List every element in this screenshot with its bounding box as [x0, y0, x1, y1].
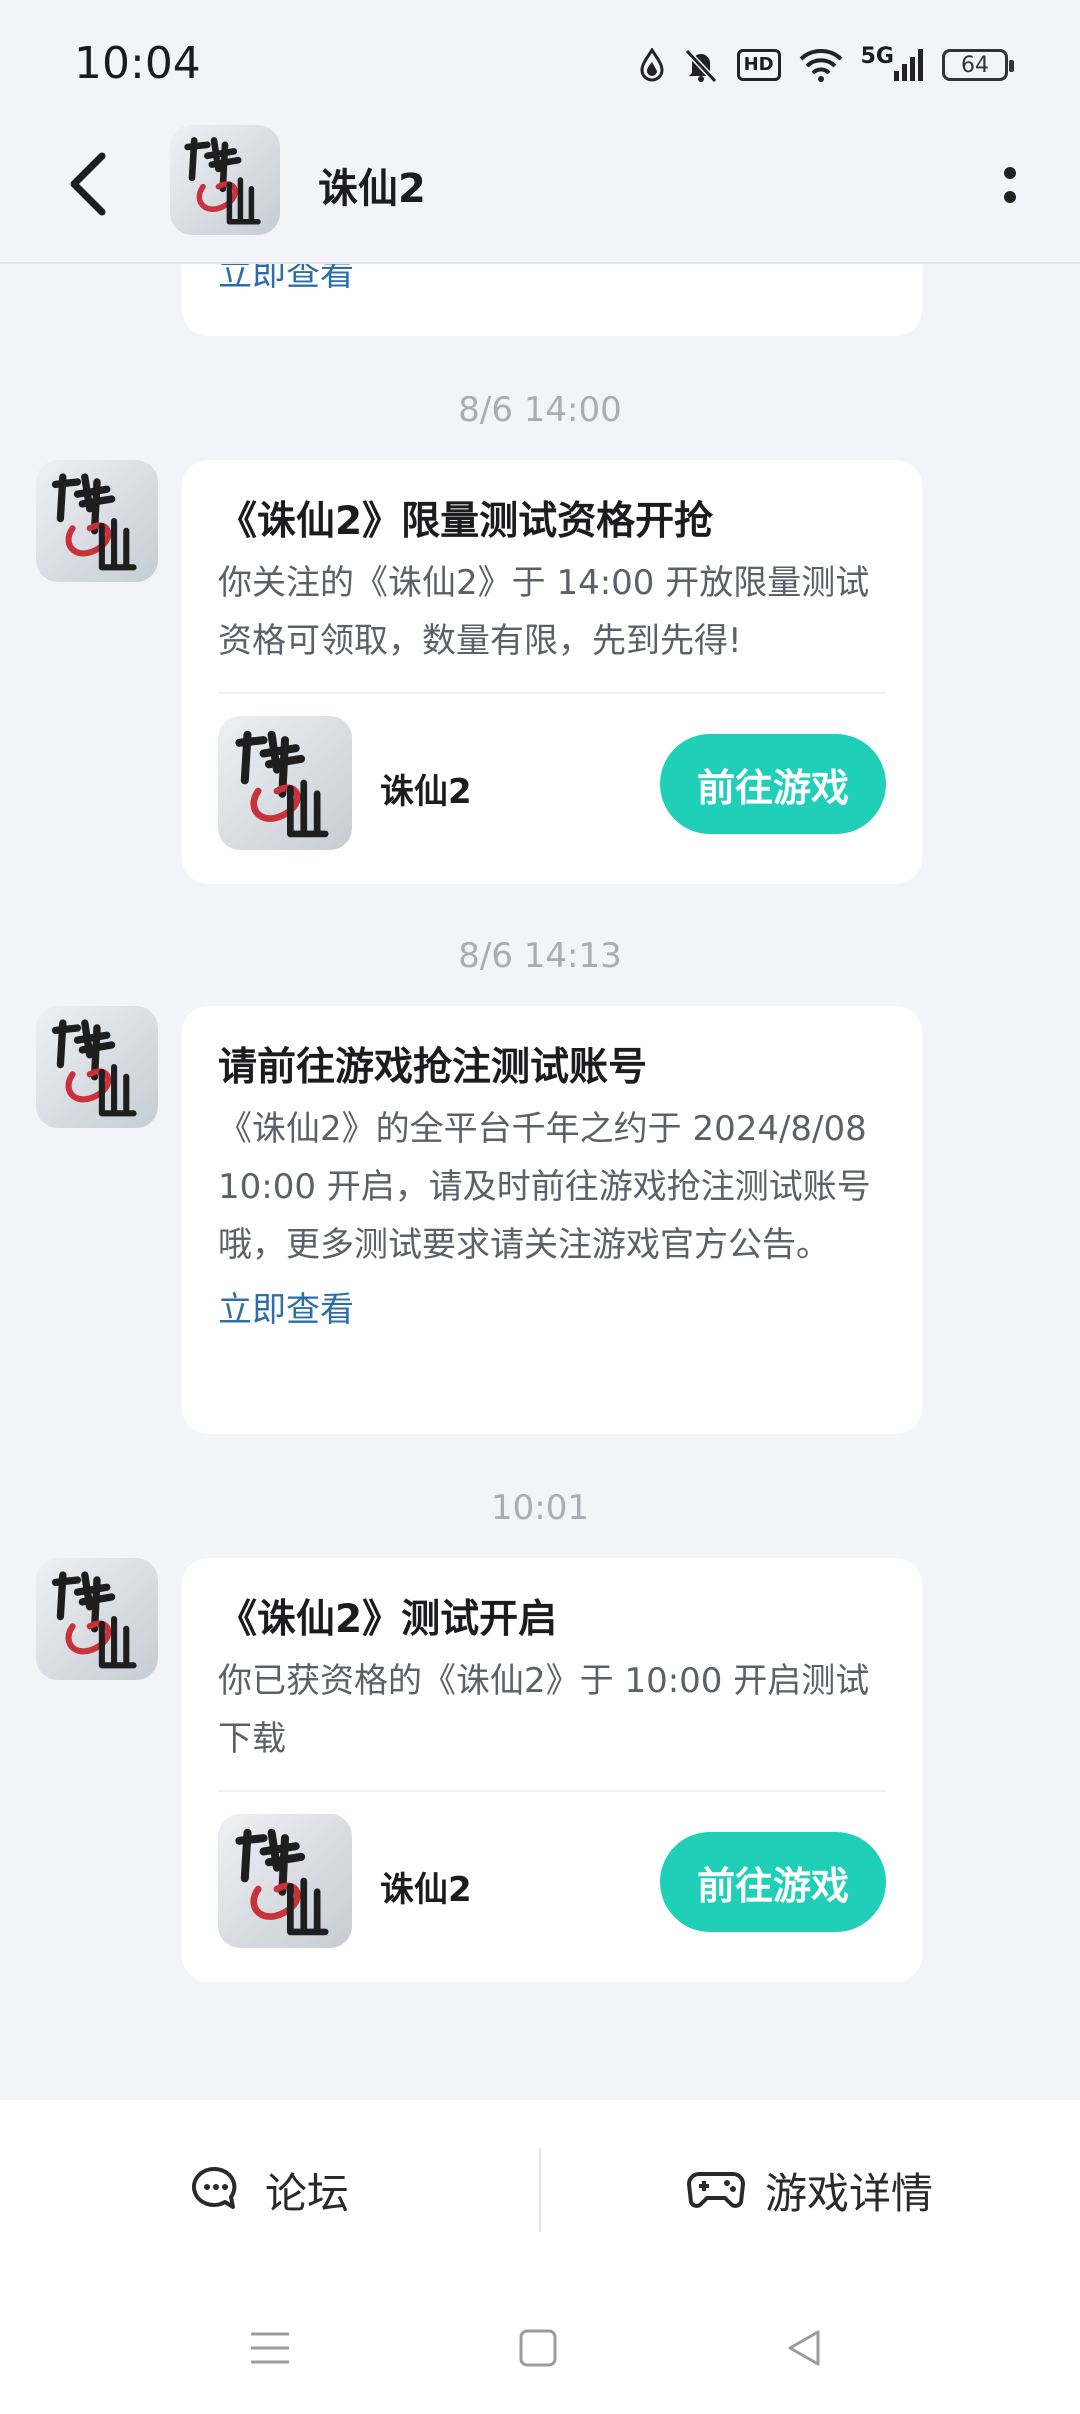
message-body: 你已获资格的《诛仙2》于 10:00 开启测试下载 — [218, 1661, 870, 1759]
message-body: 《诛仙2》的全平台千年之约于 2024/8/08 10:00 开启，请及时前往游… — [218, 1109, 871, 1265]
message-title: 《诛仙2》测试开启 — [218, 1597, 558, 1642]
back-button[interactable] — [52, 148, 124, 220]
wifi-icon — [799, 48, 843, 82]
message-card-partial: 立即查看 — [182, 264, 922, 336]
back-nav-button[interactable] — [764, 2308, 844, 2388]
home-nav-button[interactable] — [498, 2308, 578, 2388]
signal-5g-icon: 5G — [860, 44, 924, 81]
dot — [1004, 167, 1016, 179]
forum-label: 论坛 — [264, 2168, 349, 2218]
network-type-label: 5G — [860, 44, 894, 69]
message-title: 请前往游戏抢注测试账号 — [218, 1045, 648, 1090]
page-title: 诛仙2 — [318, 166, 426, 212]
go-to-game-button[interactable]: 前往游戏 — [660, 1832, 886, 1932]
zhuxian-logo-icon — [36, 1558, 158, 1680]
dot — [1004, 191, 1016, 203]
menu-nav-button[interactable] — [230, 2308, 310, 2388]
game-icon[interactable] — [218, 1814, 352, 1948]
message-card[interactable]: 《诛仙2》测试开启 你已获资格的《诛仙2》于 10:00 开启测试下载 诛仙2 … — [182, 1558, 922, 1982]
game-avatar[interactable] — [170, 125, 280, 235]
chevron-left-icon — [70, 152, 106, 216]
status-icons: HD 5G 64 — [639, 40, 1014, 90]
message-timestamp: 8/6 14:13 — [458, 936, 622, 976]
game-row: 诛仙2 前往游戏 — [218, 694, 886, 890]
gamepad-icon — [686, 2172, 745, 2208]
hd-icon: HD — [736, 49, 781, 81]
drop-icon — [639, 48, 665, 82]
message-card[interactable]: 请前往游戏抢注测试账号 《诛仙2》的全平台千年之约于 2024/8/08 10:… — [182, 1006, 922, 1434]
sender-avatar[interactable] — [36, 1558, 158, 1680]
zhuxian-logo-icon — [218, 1814, 352, 1948]
zhuxian-logo-icon — [218, 716, 352, 850]
more-options-button[interactable] — [980, 150, 1040, 220]
zhuxian-logo-icon — [170, 125, 280, 235]
home-square-icon — [519, 2329, 557, 2367]
status-time: 10:04 — [74, 38, 201, 89]
bell-off-icon — [683, 47, 719, 83]
message-card[interactable]: 《诛仙2》限量测试资格开抢 你关注的《诛仙2》于 14:00 开放限量测试资格可… — [182, 460, 922, 884]
message-timestamp: 8/6 14:00 — [458, 390, 622, 430]
sender-avatar[interactable] — [36, 460, 158, 582]
back-triangle-icon — [788, 2330, 820, 2366]
battery-icon: 64 — [942, 49, 1014, 81]
message-title: 《诛仙2》限量测试资格开抢 — [218, 499, 714, 544]
game-icon[interactable] — [218, 716, 352, 850]
game-details-button[interactable]: 游戏详情 — [540, 2100, 1080, 2280]
forum-chat-icon — [191, 2166, 237, 2209]
zhuxian-logo-icon — [36, 460, 158, 582]
forum-button[interactable]: 论坛 — [0, 2100, 540, 2280]
message-timestamp: 10:01 — [491, 1488, 589, 1528]
view-now-link[interactable]: 立即查看 — [218, 1282, 886, 1331]
zhuxian-logo-icon — [36, 1006, 158, 1128]
game-row: 诛仙2 前往游戏 — [218, 1792, 886, 1988]
chat-header: 诛仙2 — [0, 120, 1080, 264]
message-body: 你关注的《诛仙2》于 14:00 开放限量测试资格可领取，数量有限，先到先得! — [218, 563, 870, 661]
view-now-link[interactable]: 立即查看 — [218, 264, 354, 295]
menu-icon — [251, 2332, 289, 2364]
sender-avatar[interactable] — [36, 1006, 158, 1128]
game-name: 诛仙2 — [380, 1870, 472, 1910]
game-name: 诛仙2 — [380, 772, 472, 812]
go-to-game-button[interactable]: 前往游戏 — [660, 734, 886, 834]
system-nav-bar — [0, 2280, 1080, 2414]
message-feed[interactable]: 立即查看 8/6 14:00 《诛仙2》限量测试资格开抢 你关注的《诛仙2》于 … — [0, 264, 1080, 2100]
bottom-action-bar: 论坛 游戏详情 — [0, 2100, 1080, 2280]
status-bar: 10:04 HD 5G 64 — [0, 0, 1080, 120]
game-details-label: 游戏详情 — [764, 2168, 933, 2218]
